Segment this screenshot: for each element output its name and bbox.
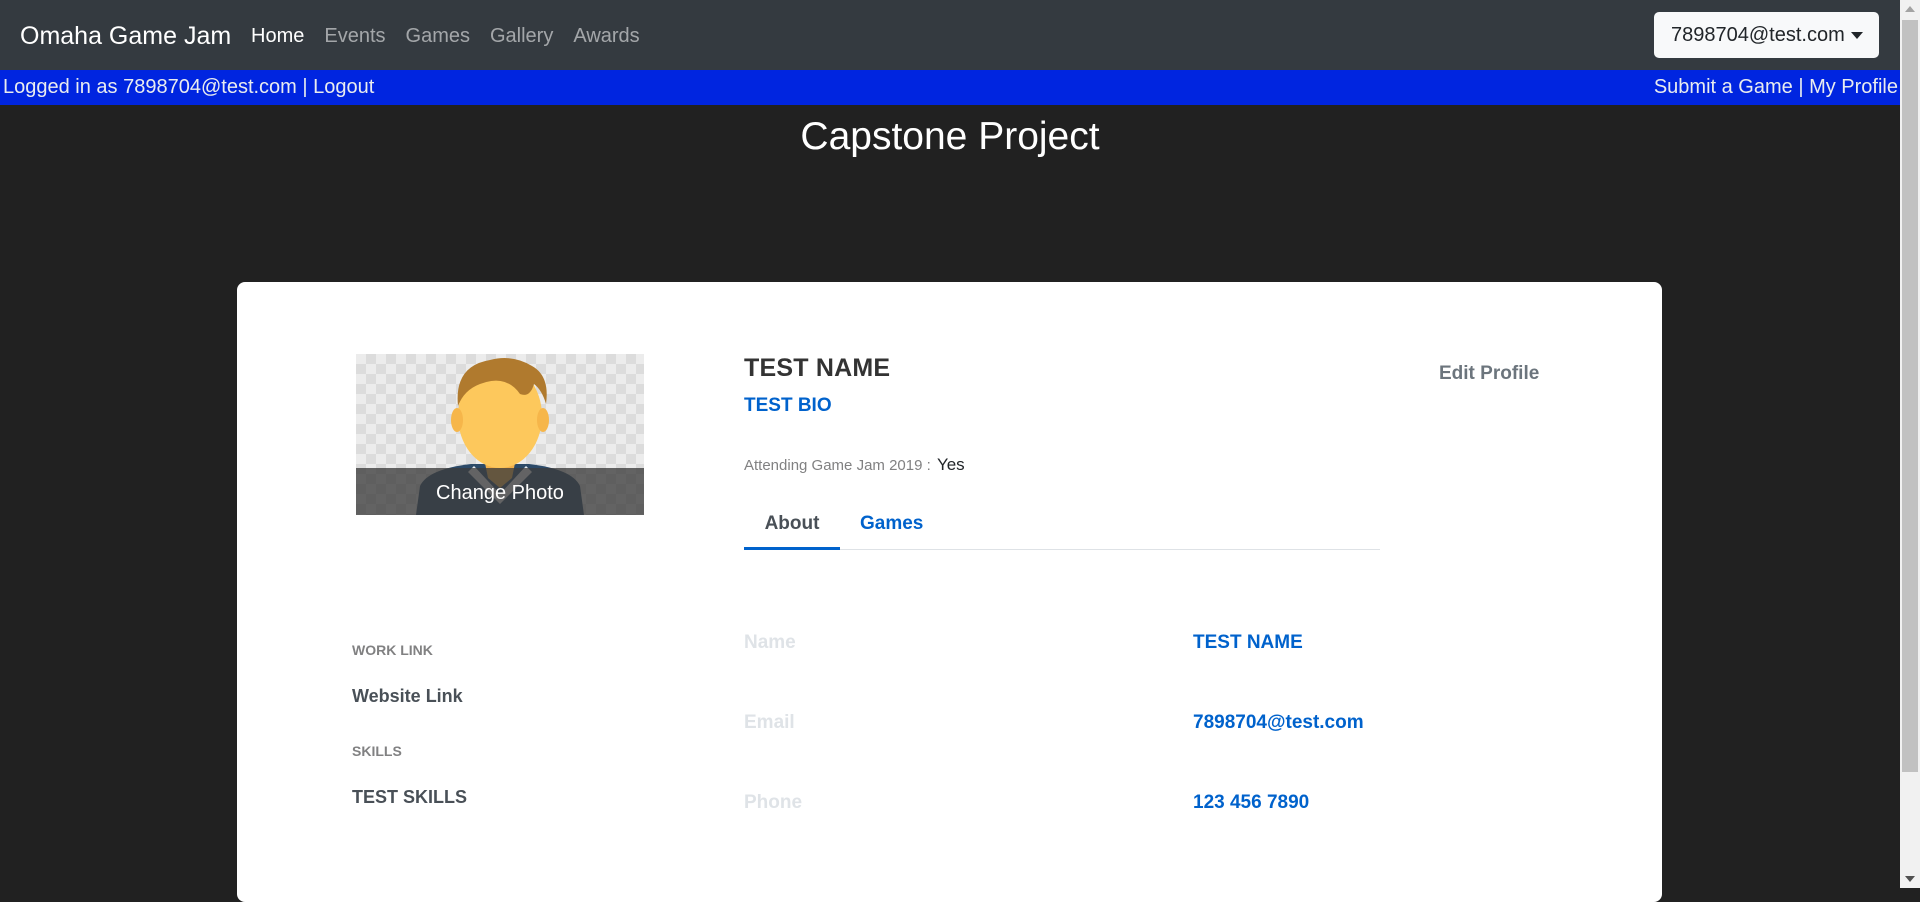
caret-down-icon xyxy=(1851,32,1863,39)
about-email-label: Email xyxy=(744,712,795,733)
skills-label: SKILLS xyxy=(352,743,402,759)
edit-profile-button[interactable]: Edit Profile xyxy=(1439,363,1539,385)
about-name-value: TEST NAME xyxy=(1193,632,1303,653)
about-email-value: 7898704@test.com xyxy=(1193,712,1364,733)
profile-bio: TEST BIO xyxy=(744,395,832,416)
work-link-label: WORK LINK xyxy=(352,642,433,658)
profile-photo[interactable]: Change Photo xyxy=(356,354,644,515)
vertical-scrollbar[interactable] xyxy=(1900,0,1920,888)
user-menu-label: 7898704@test.com xyxy=(1671,23,1845,46)
skills-value: TEST SKILLS xyxy=(352,787,468,807)
page-title: Capstone Project xyxy=(800,115,1100,158)
about-name-label: Name xyxy=(744,632,796,653)
about-phone-value: 123 456 7890 xyxy=(1193,792,1310,813)
nav-link-home[interactable]: Home xyxy=(251,22,304,50)
nav-link-events[interactable]: Events xyxy=(324,22,385,50)
profile-tabs: About Games xyxy=(744,505,1380,550)
top-navbar: Omaha Game Jam Home Events Games Gallery… xyxy=(0,0,1900,70)
scroll-up-icon[interactable] xyxy=(1905,6,1915,12)
about-phone-label: Phone xyxy=(744,792,803,813)
user-menu-dropdown[interactable]: 7898704@test.com xyxy=(1654,12,1879,58)
attending-value: Yes xyxy=(936,455,965,474)
scrollbar-thumb[interactable] xyxy=(1902,20,1918,772)
tab-games[interactable]: Games xyxy=(860,505,923,550)
scroll-down-icon[interactable] xyxy=(1905,876,1915,882)
change-photo-button[interactable]: Change Photo xyxy=(356,468,644,515)
nav-links: Home Events Games Gallery Awards xyxy=(251,22,660,50)
work-link-value[interactable]: Website Link xyxy=(352,686,463,707)
profile-name: TEST NAME xyxy=(744,354,891,382)
site-brand[interactable]: Omaha Game Jam xyxy=(20,20,231,52)
nav-link-awards[interactable]: Awards xyxy=(573,22,639,50)
tab-about[interactable]: About xyxy=(744,505,840,550)
nav-link-gallery[interactable]: Gallery xyxy=(490,22,553,50)
login-status-bar: Logged in as 7898704@test.com | Logout S… xyxy=(0,70,1900,105)
attending-status: Attending Game Jam 2019 : Yes xyxy=(744,455,965,475)
nav-link-games[interactable]: Games xyxy=(406,22,470,50)
profile-actions-text[interactable]: Submit a Game | My Profile xyxy=(1654,70,1898,105)
attending-label: Attending Game Jam 2019 : xyxy=(744,457,931,474)
login-status-text[interactable]: Logged in as 7898704@test.com | Logout xyxy=(3,70,374,105)
